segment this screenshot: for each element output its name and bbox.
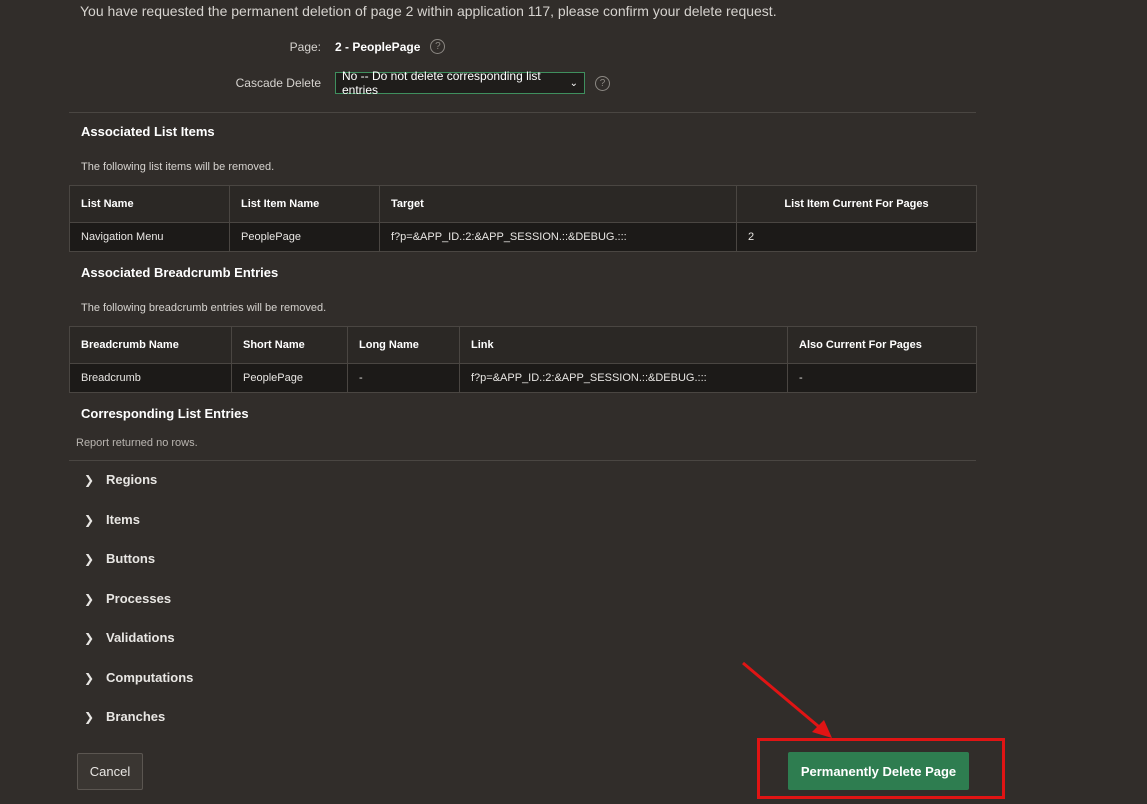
collapsible-label: Processes	[106, 591, 172, 606]
collapsible-label: Branches	[106, 709, 166, 724]
table-cell: f?p=&APP_ID.:2:&APP_SESSION.::&DEBUG.:::	[459, 363, 788, 393]
chevron-right-icon: ❯	[84, 709, 95, 724]
collapsible-regions[interactable]: ❯ Regions	[84, 472, 157, 487]
cascade-delete-select[interactable]: No -- Do not delete corresponding list e…	[335, 69, 585, 97]
collapsible-items[interactable]: ❯ Items	[84, 512, 140, 527]
cascade-delete-label: Cascade Delete	[235, 76, 321, 90]
column-header[interactable]: List Name	[69, 185, 230, 223]
chevron-right-icon: ❯	[84, 551, 95, 566]
table-cell: f?p=&APP_ID.:2:&APP_SESSION.::&DEBUG.:::	[379, 222, 737, 252]
column-header[interactable]: Short Name	[231, 326, 348, 364]
collapsible-branches[interactable]: ❯ Branches	[84, 709, 165, 724]
list-items-table: List Name List Item Name Target List Ite…	[69, 185, 977, 252]
table-row: Navigation Menu PeoplePage f?p=&APP_ID.:…	[69, 222, 977, 252]
breadcrumbs-title: Associated Breadcrumb Entries	[81, 265, 279, 280]
collapsible-validations[interactable]: ❯ Validations	[84, 630, 175, 645]
list-items-description: The following list items will be removed…	[81, 161, 275, 173]
collapsible-processes[interactable]: ❯ Processes	[84, 591, 171, 606]
page-field-row: Page: 2 - PeoplePage ?	[70, 39, 446, 54]
collapsible-label: Items	[106, 512, 140, 527]
no-rows-message: Report returned no rows.	[76, 437, 198, 449]
page-value: 2 - PeoplePage	[335, 39, 421, 54]
delete-page-confirmation: You have requested the permanent deletio…	[0, 0, 1147, 804]
list-entries-title: Corresponding List Entries	[81, 406, 249, 421]
intro-text: You have requested the permanent deletio…	[80, 3, 777, 19]
table-cell: PeoplePage	[231, 363, 348, 393]
collapsible-label: Validations	[106, 630, 175, 645]
column-header[interactable]: List Item Name	[229, 185, 380, 223]
collapsible-label: Buttons	[106, 551, 156, 566]
chevron-right-icon: ❯	[84, 591, 95, 606]
table-cell: 2	[736, 222, 977, 252]
annotation-highlight-box	[757, 738, 1005, 799]
table-cell: -	[347, 363, 460, 393]
column-header[interactable]: List Item Current For Pages	[736, 185, 977, 223]
column-header[interactable]: Target	[379, 185, 737, 223]
table-cell: -	[787, 363, 977, 393]
cascade-delete-row: Cascade Delete No -- Do not delete corre…	[70, 69, 610, 97]
divider	[69, 460, 976, 461]
table-cell: Navigation Menu	[69, 222, 230, 252]
table-row: Breadcrumb PeoplePage - f?p=&APP_ID.:2:&…	[69, 363, 977, 393]
table-cell: PeoplePage	[229, 222, 380, 252]
divider	[69, 112, 976, 113]
annotation-arrow-icon	[742, 661, 832, 738]
table-cell: Breadcrumb	[69, 363, 232, 393]
list-items-title: Associated List Items	[81, 124, 215, 139]
cancel-button[interactable]: Cancel	[77, 753, 143, 790]
chevron-down-icon: ⌄	[569, 77, 578, 89]
collapsible-buttons[interactable]: ❯ Buttons	[84, 551, 155, 566]
help-icon[interactable]: ?	[595, 75, 610, 91]
column-header[interactable]: Long Name	[347, 326, 460, 364]
cascade-delete-value: No -- Do not delete corresponding list e…	[342, 69, 541, 97]
column-header[interactable]: Also Current For Pages	[787, 326, 977, 364]
chevron-right-icon: ❯	[84, 670, 95, 685]
collapsible-label: Regions	[106, 472, 158, 487]
chevron-right-icon: ❯	[84, 512, 95, 527]
chevron-right-icon: ❯	[84, 630, 95, 645]
collapsible-computations[interactable]: ❯ Computations	[84, 670, 193, 685]
help-icon[interactable]: ?	[430, 39, 446, 54]
collapsible-label: Computations	[106, 670, 194, 685]
breadcrumbs-table: Breadcrumb Name Short Name Long Name Lin…	[69, 326, 977, 393]
column-header[interactable]: Breadcrumb Name	[69, 326, 232, 364]
chevron-right-icon: ❯	[84, 472, 95, 487]
breadcrumbs-description: The following breadcrumb entries will be…	[81, 302, 327, 314]
column-header[interactable]: Link	[459, 326, 788, 364]
page-label: Page:	[289, 39, 321, 54]
